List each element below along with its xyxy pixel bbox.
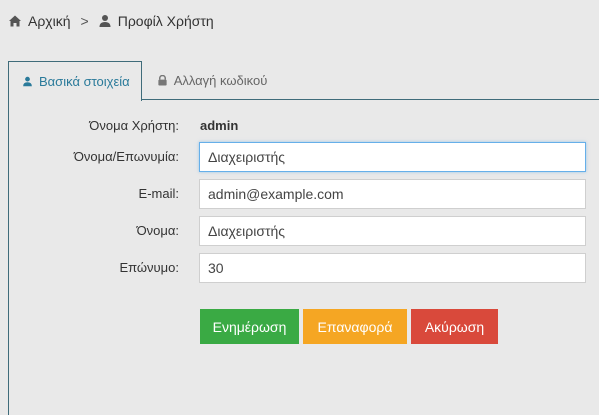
lastname-row: Επώνυμο:: [0, 253, 599, 283]
reset-button[interactable]: Επαναφορά: [303, 309, 407, 344]
lock-icon: [157, 75, 168, 86]
breadcrumb-current: Προφίλ Χρήστη: [98, 13, 214, 29]
home-icon: [8, 14, 22, 28]
breadcrumb-separator: >: [80, 13, 89, 29]
tab-change-password[interactable]: Αλλαγή κωδικού: [142, 61, 280, 100]
user-icon: [98, 14, 112, 28]
username-label: Όνομα Χρήστη:: [89, 118, 179, 133]
lastname-input[interactable]: [199, 253, 586, 283]
fullname-label: Όνομα/Επωνυμία:: [73, 149, 179, 164]
firstname-label: Όνομα:: [136, 223, 179, 238]
cancel-button[interactable]: Ακύρωση: [411, 309, 498, 344]
breadcrumb: Αρχική > Προφίλ Χρήστη: [8, 11, 214, 31]
email-input[interactable]: [199, 179, 586, 209]
firstname-input[interactable]: [199, 216, 586, 246]
tab-basic-info-label: Βασικά στοιχεία: [39, 74, 130, 89]
fullname-row: Όνομα/Επωνυμία:: [0, 142, 599, 172]
firstname-row: Όνομα:: [0, 216, 599, 246]
email-label: E-mail:: [138, 186, 179, 201]
username-row: Όνομα Χρήστη: admin: [0, 111, 599, 141]
profile-tabs: Βασικά στοιχεία Αλλαγή κωδικού: [8, 61, 280, 101]
email-row: E-mail:: [0, 179, 599, 209]
lastname-label: Επώνυμο:: [119, 260, 179, 275]
update-button[interactable]: Ενημέρωση: [200, 309, 299, 344]
tab-basic-info[interactable]: Βασικά στοιχεία: [8, 61, 142, 101]
tab-change-password-label: Αλλαγή κωδικού: [173, 73, 268, 88]
breadcrumb-home-label: Αρχική: [28, 13, 71, 29]
username-value: admin: [200, 118, 239, 133]
breadcrumb-home[interactable]: Αρχική: [8, 13, 71, 29]
fullname-input[interactable]: [199, 142, 586, 172]
user-icon: [22, 76, 33, 87]
breadcrumb-current-label: Προφίλ Χρήστη: [117, 13, 214, 29]
